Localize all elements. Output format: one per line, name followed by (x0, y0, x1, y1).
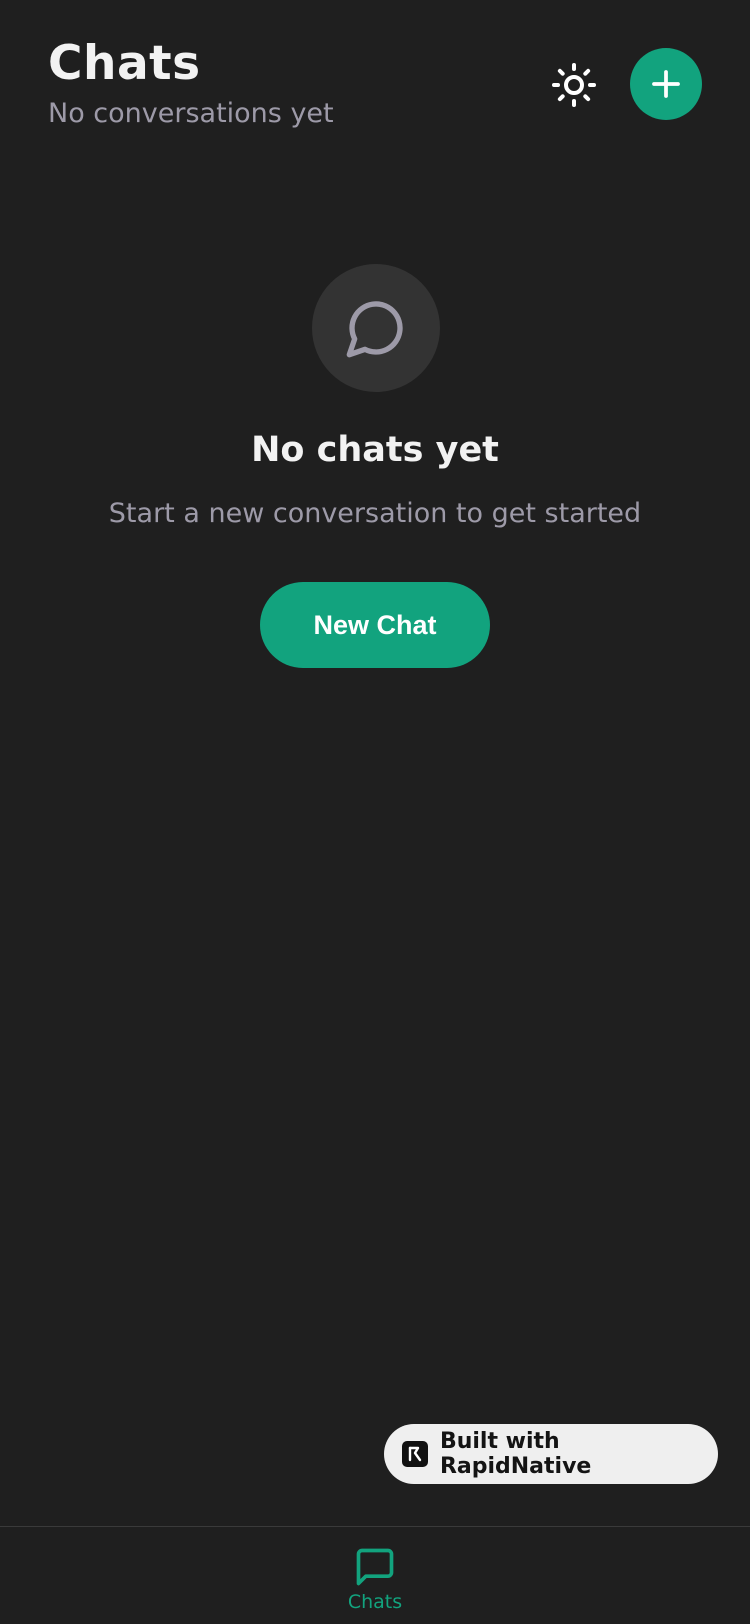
empty-state-icon-circle (312, 264, 440, 392)
empty-state-title: No chats yet (251, 430, 499, 470)
plus-icon (652, 70, 680, 98)
tab-chats-label: Chats (347, 1591, 403, 1613)
theme-toggle-button[interactable] (549, 60, 599, 110)
built-with-badge[interactable]: Built with RapidNative (384, 1424, 718, 1484)
new-chat-button[interactable]: New Chat (260, 582, 490, 668)
chats-screen: Chats No conversations yet No chats yet … (0, 0, 750, 1624)
add-chat-button[interactable] (630, 48, 702, 120)
page-subtitle: No conversations yet (48, 98, 334, 129)
sun-icon (552, 63, 596, 107)
bottom-tab-bar: Chats (0, 1526, 750, 1624)
built-with-label: Built with RapidNative (439, 1429, 592, 1479)
rapidnative-logo-icon (402, 1441, 428, 1467)
empty-state-subtitle: Start a new conversation to get started (108, 498, 642, 529)
page-title: Chats (48, 36, 201, 91)
message-circle-icon (346, 301, 403, 358)
tab-chats[interactable]: Chats (325, 1527, 425, 1624)
message-square-icon (356, 1548, 394, 1586)
